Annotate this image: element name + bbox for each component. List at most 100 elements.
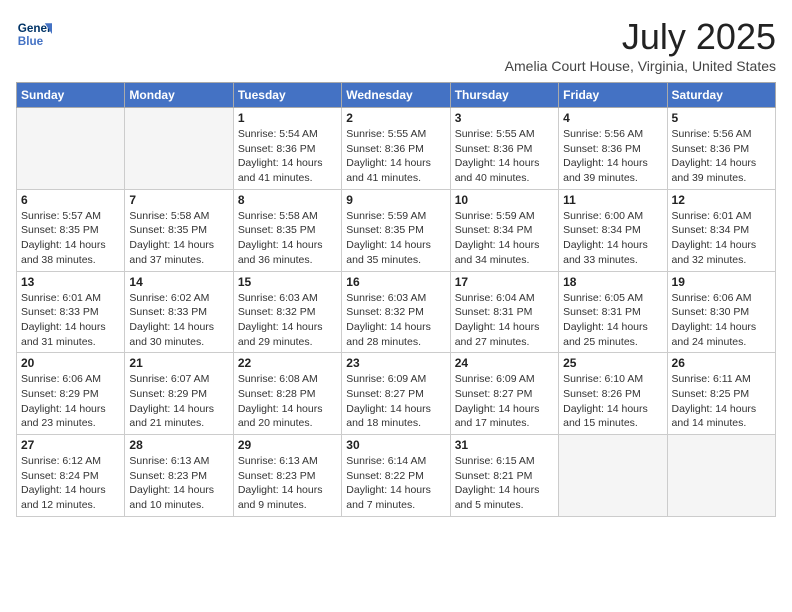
day-detail: Sunrise: 5:54 AM Sunset: 8:36 PM Dayligh… (238, 127, 337, 186)
calendar-cell: 20 Sunrise: 6:06 AM Sunset: 8:29 PM Dayli… (17, 353, 125, 435)
day-number: 7 (129, 193, 228, 207)
calendar-cell: 22 Sunrise: 6:08 AM Sunset: 8:28 PM Dayli… (233, 353, 341, 435)
title-block: July 2025 Amelia Court House, Virginia, … (505, 16, 776, 74)
logo-icon: General Blue (16, 16, 52, 52)
calendar-cell: 29 Sunrise: 6:13 AM Sunset: 8:23 PM Dayli… (233, 435, 341, 517)
calendar-cell (17, 108, 125, 190)
calendar-cell: 2Sunrise: 5:55 AM Sunset: 8:36 PM Daylig… (342, 108, 450, 190)
calendar-cell: 6 Sunrise: 5:57 AM Sunset: 8:35 PM Daylig… (17, 189, 125, 271)
day-detail: Sunrise: 6:14 AM Sunset: 8:22 PM Dayligh… (346, 454, 445, 513)
day-number: 28 (129, 438, 228, 452)
col-header-monday: Monday (125, 83, 233, 108)
calendar-cell (559, 435, 667, 517)
day-detail: Sunrise: 6:10 AM Sunset: 8:26 PM Dayligh… (563, 372, 662, 431)
col-header-sunday: Sunday (17, 83, 125, 108)
day-number: 31 (455, 438, 554, 452)
calendar-cell: 1 Sunrise: 5:54 AM Sunset: 8:36 PM Daylig… (233, 108, 341, 190)
day-number: 24 (455, 356, 554, 370)
calendar-cell: 3 Sunrise: 5:55 AM Sunset: 8:36 PM Daylig… (450, 108, 558, 190)
calendar-cell: 5Sunrise: 5:56 AM Sunset: 8:36 PM Daylig… (667, 108, 775, 190)
day-number: 10 (455, 193, 554, 207)
day-number: 11 (563, 193, 662, 207)
day-detail: Sunrise: 6:00 AM Sunset: 8:34 PM Dayligh… (563, 209, 662, 268)
calendar-cell: 11 Sunrise: 6:00 AM Sunset: 8:34 PM Dayli… (559, 189, 667, 271)
day-detail: Sunrise: 5:58 AM Sunset: 8:35 PM Dayligh… (129, 209, 228, 268)
day-detail: Sunrise: 6:01 AM Sunset: 8:34 PM Dayligh… (672, 209, 771, 268)
day-detail: Sunrise: 6:06 AM Sunset: 8:30 PM Dayligh… (672, 291, 771, 350)
calendar-cell: 13Sunrise: 6:01 AM Sunset: 8:33 PM Dayli… (17, 271, 125, 353)
col-header-friday: Friday (559, 83, 667, 108)
day-detail: Sunrise: 6:11 AM Sunset: 8:25 PM Dayligh… (672, 372, 771, 431)
col-header-thursday: Thursday (450, 83, 558, 108)
day-number: 25 (563, 356, 662, 370)
calendar-cell: 10Sunrise: 5:59 AM Sunset: 8:34 PM Dayli… (450, 189, 558, 271)
day-detail: Sunrise: 6:13 AM Sunset: 8:23 PM Dayligh… (129, 454, 228, 513)
day-number: 4 (563, 111, 662, 125)
col-header-saturday: Saturday (667, 83, 775, 108)
day-detail: Sunrise: 5:55 AM Sunset: 8:36 PM Dayligh… (346, 127, 445, 186)
day-number: 26 (672, 356, 771, 370)
day-detail: Sunrise: 6:15 AM Sunset: 8:21 PM Dayligh… (455, 454, 554, 513)
day-detail: Sunrise: 6:12 AM Sunset: 8:24 PM Dayligh… (21, 454, 120, 513)
calendar-cell: 19 Sunrise: 6:06 AM Sunset: 8:30 PM Dayli… (667, 271, 775, 353)
day-detail: Sunrise: 6:08 AM Sunset: 8:28 PM Dayligh… (238, 372, 337, 431)
day-number: 17 (455, 275, 554, 289)
week-row-2: 6 Sunrise: 5:57 AM Sunset: 8:35 PM Daylig… (17, 189, 776, 271)
day-detail: Sunrise: 5:57 AM Sunset: 8:35 PM Dayligh… (21, 209, 120, 268)
calendar-cell: 26 Sunrise: 6:11 AM Sunset: 8:25 PM Dayli… (667, 353, 775, 435)
day-number: 23 (346, 356, 445, 370)
day-detail: Sunrise: 6:13 AM Sunset: 8:23 PM Dayligh… (238, 454, 337, 513)
calendar-cell (125, 108, 233, 190)
calendar-cell: 4 Sunrise: 5:56 AM Sunset: 8:36 PM Daylig… (559, 108, 667, 190)
day-detail: Sunrise: 5:58 AM Sunset: 8:35 PM Dayligh… (238, 209, 337, 268)
day-detail: Sunrise: 5:56 AM Sunset: 8:36 PM Dayligh… (672, 127, 771, 186)
calendar-table: SundayMondayTuesdayWednesdayThursdayFrid… (16, 82, 776, 517)
day-detail: Sunrise: 6:03 AM Sunset: 8:32 PM Dayligh… (238, 291, 337, 350)
calendar-cell: 28 Sunrise: 6:13 AM Sunset: 8:23 PM Dayli… (125, 435, 233, 517)
day-detail: Sunrise: 6:02 AM Sunset: 8:33 PM Dayligh… (129, 291, 228, 350)
calendar-cell: 23 Sunrise: 6:09 AM Sunset: 8:27 PM Dayli… (342, 353, 450, 435)
calendar-cell: 12Sunrise: 6:01 AM Sunset: 8:34 PM Dayli… (667, 189, 775, 271)
calendar-cell: 18Sunrise: 6:05 AM Sunset: 8:31 PM Dayli… (559, 271, 667, 353)
calendar-cell: 15 Sunrise: 6:03 AM Sunset: 8:32 PM Dayli… (233, 271, 341, 353)
day-number: 16 (346, 275, 445, 289)
week-row-4: 20 Sunrise: 6:06 AM Sunset: 8:29 PM Dayli… (17, 353, 776, 435)
day-number: 15 (238, 275, 337, 289)
day-detail: Sunrise: 5:55 AM Sunset: 8:36 PM Dayligh… (455, 127, 554, 186)
header-row: SundayMondayTuesdayWednesdayThursdayFrid… (17, 83, 776, 108)
day-number: 6 (21, 193, 120, 207)
location-title: Amelia Court House, Virginia, United Sta… (505, 58, 776, 74)
calendar-cell: 27 Sunrise: 6:12 AM Sunset: 8:24 PM Dayli… (17, 435, 125, 517)
calendar-cell: 16 Sunrise: 6:03 AM Sunset: 8:32 PM Dayli… (342, 271, 450, 353)
day-number: 8 (238, 193, 337, 207)
col-header-tuesday: Tuesday (233, 83, 341, 108)
page-header: General Blue July 2025 Amelia Court Hous… (16, 16, 776, 74)
calendar-cell: 8 Sunrise: 5:58 AM Sunset: 8:35 PM Daylig… (233, 189, 341, 271)
day-number: 20 (21, 356, 120, 370)
calendar-cell (667, 435, 775, 517)
day-number: 1 (238, 111, 337, 125)
calendar-cell: 30 Sunrise: 6:14 AM Sunset: 8:22 PM Dayli… (342, 435, 450, 517)
calendar-cell: 14Sunrise: 6:02 AM Sunset: 8:33 PM Dayli… (125, 271, 233, 353)
day-detail: Sunrise: 5:56 AM Sunset: 8:36 PM Dayligh… (563, 127, 662, 186)
day-detail: Sunrise: 6:06 AM Sunset: 8:29 PM Dayligh… (21, 372, 120, 431)
day-number: 22 (238, 356, 337, 370)
day-number: 27 (21, 438, 120, 452)
calendar-cell: 25 Sunrise: 6:10 AM Sunset: 8:26 PM Dayli… (559, 353, 667, 435)
day-number: 3 (455, 111, 554, 125)
day-detail: Sunrise: 6:09 AM Sunset: 8:27 PM Dayligh… (346, 372, 445, 431)
calendar-cell: 21Sunrise: 6:07 AM Sunset: 8:29 PM Dayli… (125, 353, 233, 435)
month-title: July 2025 (505, 16, 776, 58)
week-row-5: 27 Sunrise: 6:12 AM Sunset: 8:24 PM Dayli… (17, 435, 776, 517)
day-detail: Sunrise: 6:04 AM Sunset: 8:31 PM Dayligh… (455, 291, 554, 350)
calendar-cell: 24 Sunrise: 6:09 AM Sunset: 8:27 PM Dayli… (450, 353, 558, 435)
day-detail: Sunrise: 6:09 AM Sunset: 8:27 PM Dayligh… (455, 372, 554, 431)
day-number: 19 (672, 275, 771, 289)
day-number: 9 (346, 193, 445, 207)
day-detail: Sunrise: 6:03 AM Sunset: 8:32 PM Dayligh… (346, 291, 445, 350)
day-number: 29 (238, 438, 337, 452)
calendar-cell: 9Sunrise: 5:59 AM Sunset: 8:35 PM Daylig… (342, 189, 450, 271)
calendar-cell: 17 Sunrise: 6:04 AM Sunset: 8:31 PM Dayli… (450, 271, 558, 353)
day-detail: Sunrise: 6:01 AM Sunset: 8:33 PM Dayligh… (21, 291, 120, 350)
day-number: 30 (346, 438, 445, 452)
